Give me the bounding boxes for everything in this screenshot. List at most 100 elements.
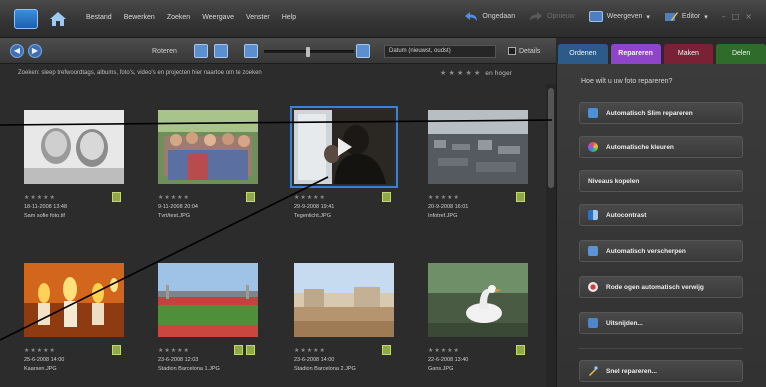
details-checkbox[interactable]: [508, 47, 516, 55]
auto-levels-label: Niveaus kopelen: [588, 177, 640, 185]
arrow-left-icon: ◀: [13, 46, 21, 55]
menu-item-bewerken[interactable]: Bewerken: [124, 14, 155, 21]
slider-handle[interactable]: [306, 47, 310, 57]
maximize-button[interactable]: □: [732, 12, 740, 21]
toolbar: ◀ ▶ Roteren Datum (nieuwst, oudst) Detai…: [0, 38, 556, 64]
video-thumbnail: [290, 106, 398, 188]
rating-stars[interactable]: ★★★★★: [428, 194, 460, 201]
menu-item-weergave[interactable]: Weergave: [202, 14, 234, 21]
search-hint-text: Zoeken: sleep trefwoordtags, albums, fot…: [18, 70, 262, 76]
item-filename: Sam sofie foto.tif: [24, 213, 65, 219]
rating-filter: ★ ★ ★ ★ ★ en hoger: [440, 69, 512, 77]
panel-divider: [579, 348, 743, 349]
redo-button[interactable]: Opnieuw: [529, 11, 575, 22]
contrast-icon: [588, 210, 598, 220]
auto-color-button[interactable]: Automatische kleuren: [579, 136, 743, 158]
scrollbar-thumb[interactable]: [548, 88, 554, 188]
item-badge-icon: [516, 192, 525, 202]
redo-label: Opnieuw: [547, 13, 575, 20]
item-date: 29-9-2008 19:41: [294, 204, 335, 210]
workspace-tabs: Ordenen Repareren Maken Delen: [558, 44, 766, 64]
minimize-button[interactable]: –: [722, 12, 726, 21]
item-date: 22-6-2008 13:40: [428, 357, 469, 363]
menu-item-zoeken[interactable]: Zoeken: [167, 14, 190, 21]
menu-item-help[interactable]: Help: [282, 14, 296, 21]
rotate-right-icon[interactable]: [214, 44, 228, 58]
item-badge-icon: [246, 192, 255, 202]
auto-levels-button[interactable]: Niveaus kopelen: [579, 170, 743, 192]
photo-thumbnail: [158, 263, 258, 337]
auto-sharpen-button[interactable]: Automatisch verscherpen: [579, 240, 743, 262]
item-filename: Tegenlicht.JPG: [294, 213, 331, 219]
item-filename: Gans.JPG: [428, 366, 454, 372]
grid-scrollbar[interactable]: [546, 84, 556, 387]
rating-stars[interactable]: ★★★★★: [294, 347, 326, 354]
item-date: 20-9-2008 16:01: [428, 204, 469, 210]
rotate-label: Roteren: [152, 48, 177, 55]
crop-button[interactable]: Uitsnijden...: [579, 312, 743, 334]
editor-button[interactable]: Editor ▾: [664, 11, 708, 22]
rating-stars[interactable]: ★★★★★: [24, 194, 56, 201]
item-badge-icon: [382, 192, 391, 202]
rotate-tools: [194, 44, 258, 58]
photo-thumbnail: [24, 263, 124, 337]
arrow-right-icon: ▶: [31, 46, 39, 55]
display-label: Weergeven: [606, 13, 643, 20]
close-button[interactable]: ×: [745, 12, 752, 21]
undo-label: Ongedaan: [482, 13, 516, 20]
quick-fix-label: Snel repareren...: [606, 367, 657, 375]
details-toggle[interactable]: Details: [508, 47, 540, 55]
main-menu: Bestand Bewerken Zoeken Weergave Venster…: [86, 14, 296, 21]
panel-title: Hoe wilt u uw foto repareren?: [581, 78, 673, 85]
top-right-controls: Ongedaan Opnieuw Weergeven ▾ Editor ▾ – …: [464, 11, 752, 22]
item-date: 23-6-2008 14:00: [294, 357, 335, 363]
item-filename: Stadion Barcelona 2.JPG: [294, 366, 356, 372]
auto-contrast-button[interactable]: Autocontrast: [579, 204, 743, 226]
rotate-left-icon[interactable]: [194, 44, 208, 58]
rating-stars[interactable]: ★★★★★: [158, 347, 190, 354]
display-button[interactable]: Weergeven ▾: [588, 11, 650, 22]
window-controls: – □ ×: [722, 12, 752, 21]
rating-stars[interactable]: ★★★★★: [158, 194, 190, 201]
tab-organize[interactable]: Ordenen: [558, 44, 608, 64]
eye-icon: [588, 282, 598, 292]
photo-thumbnail: [158, 110, 258, 184]
undo-button[interactable]: Ongedaan: [464, 11, 515, 22]
quick-fix-wand-icon: [589, 366, 598, 376]
menu-bar: Bestand Bewerken Zoeken Weergave Venster…: [0, 0, 766, 38]
editor-brush-icon: [664, 12, 678, 21]
item-filename: Infotref.JPG: [428, 213, 458, 219]
nav-arrows: ◀ ▶: [10, 44, 42, 58]
auto-sharpen-label: Automatisch verscherpen: [606, 247, 686, 255]
undo-icon: [465, 12, 478, 21]
rating-stars[interactable]: ★★★★★: [294, 194, 326, 201]
small-thumbnails-icon[interactable]: [244, 44, 258, 58]
crop-label: Uitsnijden...: [606, 319, 643, 327]
tab-fix[interactable]: Repareren: [610, 44, 661, 64]
rating-filter-label: en hoger: [485, 69, 513, 77]
back-button[interactable]: ◀: [10, 44, 24, 58]
item-badge-icon: [234, 345, 243, 355]
menu-item-bestand[interactable]: Bestand: [86, 14, 112, 21]
tab-share[interactable]: Delen: [716, 44, 766, 64]
editor-label: Editor: [681, 13, 701, 20]
item-filename: Stadion Barcelona 1.JPG: [158, 366, 220, 372]
menu-item-venster[interactable]: Venster: [246, 14, 270, 21]
tab-create[interactable]: Maken: [663, 44, 714, 64]
item-badge-icon: [516, 345, 525, 355]
star-filter-icon[interactable]: ★ ★ ★ ★ ★: [440, 69, 480, 77]
large-thumbnails-icon[interactable]: [356, 44, 370, 58]
home-icon[interactable]: [48, 10, 68, 28]
sort-order-select[interactable]: Datum (nieuwst, oudst): [384, 45, 496, 58]
item-date: 25-6-2008 14:00: [24, 357, 65, 363]
color-wheel-icon: [588, 142, 598, 152]
media-browser: Zoeken: sleep trefwoordtags, albums, fot…: [0, 64, 556, 387]
display-icon: [588, 11, 603, 22]
auto-smart-fix-button[interactable]: Automatisch Slim repareren: [579, 102, 743, 124]
rating-stars[interactable]: ★★★★★: [428, 347, 460, 354]
rating-stars[interactable]: ★★★★★: [24, 347, 56, 354]
thumbnail-size-slider[interactable]: [264, 47, 354, 57]
red-eye-fix-button[interactable]: Rode ogen automatisch verwijg: [579, 276, 743, 298]
forward-button[interactable]: ▶: [28, 44, 42, 58]
quick-fix-button[interactable]: Snel repareren...: [579, 360, 743, 382]
